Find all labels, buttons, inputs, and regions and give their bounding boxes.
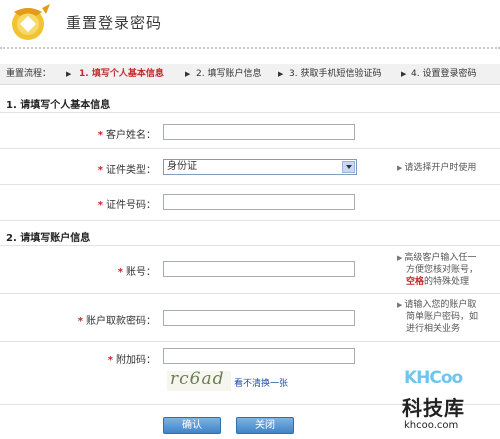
step-3: 3. 获取手机短信验证码 <box>289 69 382 79</box>
account-label: * 账号： <box>117 267 156 278</box>
extra-code-input[interactable] <box>163 348 355 364</box>
captcha-text: rc6ad <box>170 369 225 389</box>
row-divider <box>0 220 500 221</box>
progress-steps: 重置流程： ▶ 1. 填写个人基本信息 ▶ 2. 填写账户信息 ▶ 3. 获取手… <box>0 64 500 85</box>
row-divider <box>0 341 500 342</box>
required-star-icon: * <box>77 316 83 327</box>
id-number-input[interactable] <box>163 194 355 210</box>
site-watermark: KHCoo 科技库 khcoo.com <box>402 368 494 438</box>
row-divider <box>0 293 500 294</box>
section-title-personal: 1. 请填写个人基本信息 <box>6 100 111 111</box>
steps-prefix: 重置流程： <box>6 69 52 79</box>
watermark-cn: 科技库 <box>402 396 465 420</box>
step-4: 4. 设置登录密码 <box>411 69 477 79</box>
row-divider <box>0 112 500 113</box>
step-arrow-icon: ▶ <box>185 70 191 78</box>
row-divider <box>0 184 500 185</box>
extra-code-label: * 附加码： <box>107 355 156 366</box>
required-star-icon: * <box>97 165 103 176</box>
withdraw-password-input[interactable] <box>163 310 355 326</box>
bank-logo-icon <box>12 4 50 40</box>
id-number-label: * 证件号码： <box>97 200 156 211</box>
account-tip: ▶ 高级客户输入任一 方便您核对账号， 空格的特殊处理 <box>397 253 479 287</box>
tip-arrow-icon: ▶ <box>397 164 403 172</box>
account-input[interactable] <box>163 261 355 277</box>
confirm-button[interactable]: 确认 <box>163 417 221 434</box>
row-divider <box>0 245 500 246</box>
customer-name-input[interactable] <box>163 124 355 140</box>
step-arrow-icon: ▶ <box>66 70 72 78</box>
watermark-brand: KHCoo <box>404 368 463 388</box>
required-star-icon: * <box>97 130 103 141</box>
row-divider <box>0 148 500 149</box>
withdraw-password-label: * 账户取款密码： <box>77 316 156 327</box>
required-star-icon: * <box>117 267 123 278</box>
required-star-icon: * <box>97 200 103 211</box>
page-title: 重置登录密码 <box>66 14 163 32</box>
watermark-url: khcoo.com <box>404 420 459 431</box>
step-2: 2. 填写账户信息 <box>196 69 262 79</box>
tip-arrow-icon: ▶ <box>397 254 403 262</box>
refresh-captcha-link[interactable]: 看不清换一张 <box>234 376 288 389</box>
captcha-image: rc6ad <box>167 369 231 391</box>
customer-name-label: * 客户姓名： <box>97 130 156 141</box>
header-divider <box>0 47 500 49</box>
close-button[interactable]: 关闭 <box>236 417 294 434</box>
section-title-account: 2. 请填写账户信息 <box>6 233 91 244</box>
id-type-selected: 身份证 <box>167 161 197 172</box>
id-type-label: * 证件类型： <box>97 165 156 176</box>
tip-arrow-icon: ▶ <box>397 301 403 309</box>
step-arrow-icon: ▶ <box>401 70 407 78</box>
page-header: 重置登录密码 <box>0 0 500 44</box>
chevron-down-icon[interactable] <box>342 161 355 173</box>
required-star-icon: * <box>107 355 113 366</box>
id-type-tip: ▶ 请选择开户时使用 <box>397 163 477 173</box>
step-arrow-icon: ▶ <box>278 70 284 78</box>
step-1: 1. 填写个人基本信息 <box>79 69 164 79</box>
password-tip: ▶ 请输入您的账户取 简单账户密码，如 进行相关业务 <box>397 300 479 334</box>
id-type-select[interactable]: 身份证 <box>163 159 357 175</box>
